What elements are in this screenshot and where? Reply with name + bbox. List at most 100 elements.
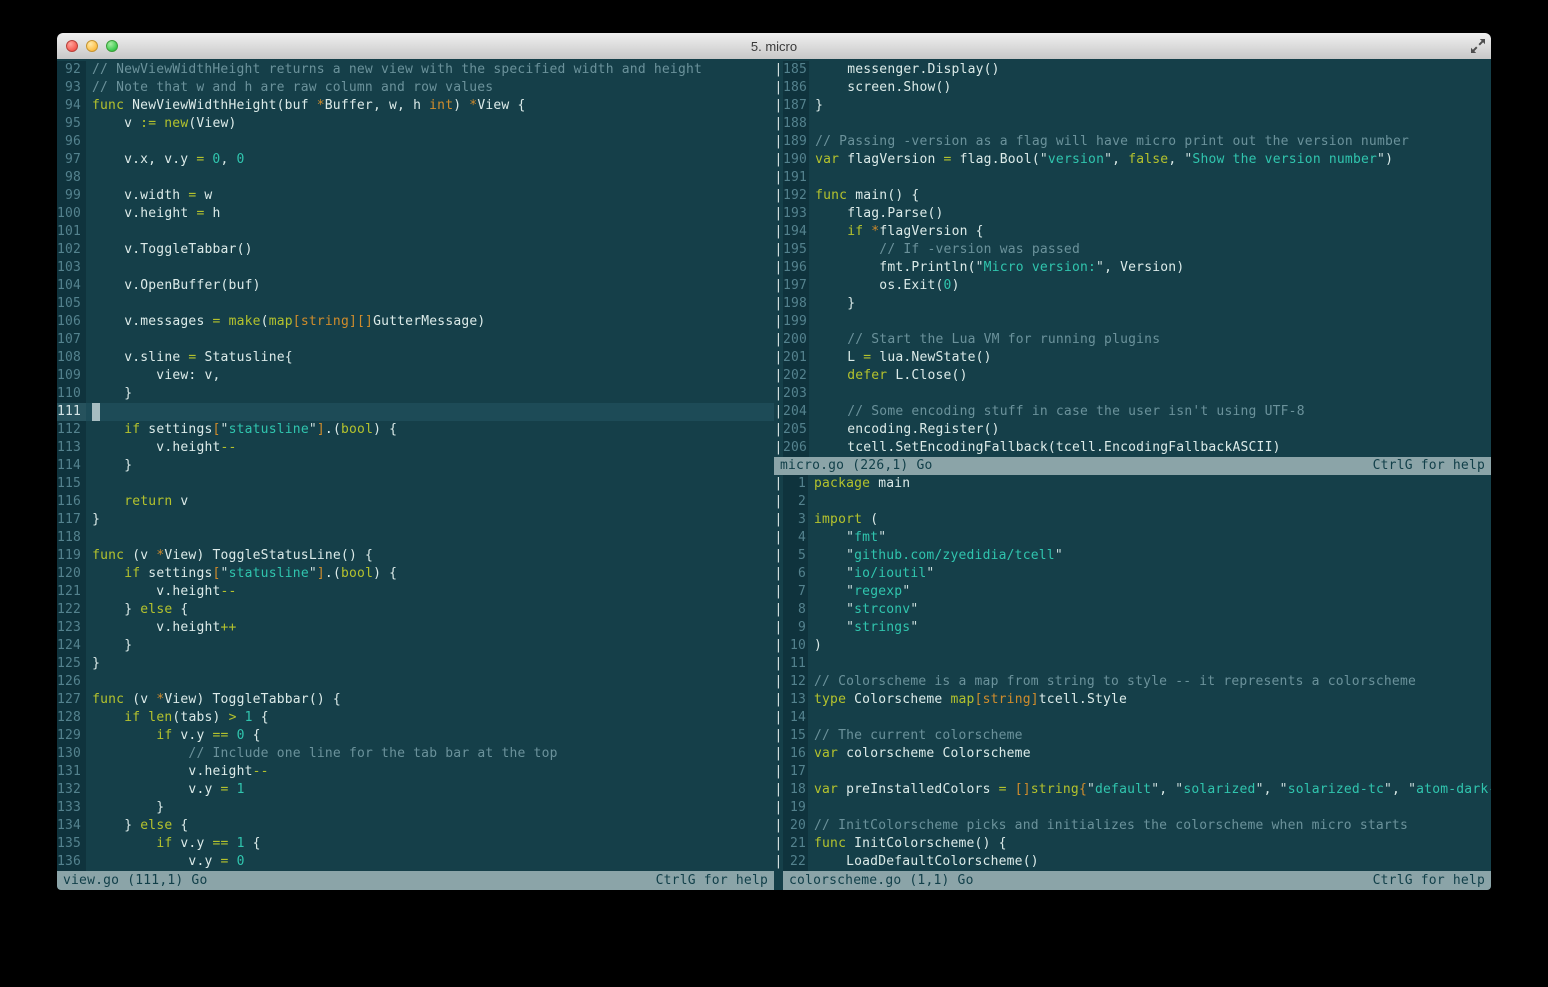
code-line[interactable]: 19 xyxy=(783,799,1491,817)
editor-pane-colorscheme-go[interactable]: 1 package main 2 3 import (4 "fmt" 5 "github.… xyxy=(783,475,1491,871)
code-line[interactable]: 21 func InitColorscheme() { xyxy=(783,835,1491,853)
code-line[interactable]: 112 if settings["statusline"].(bool) { xyxy=(57,421,774,439)
code-line[interactable]: 105 xyxy=(57,295,774,313)
code-line[interactable]: 16 var colorscheme Colorscheme xyxy=(783,745,1491,763)
code-line[interactable]: 120 if settings["statusline"].(bool) { xyxy=(57,565,774,583)
code-line[interactable]: 103 xyxy=(57,259,774,277)
code-line[interactable]: 2 xyxy=(783,493,1491,511)
code-line[interactable]: 135 if v.y == 1 { xyxy=(57,835,774,853)
code-line[interactable]: 20 // InitColorscheme picks and initializ… xyxy=(783,817,1491,835)
code-line[interactable]: 106 v.messages = make(map[string][]Gutte… xyxy=(57,313,774,331)
code-line[interactable]: 101 xyxy=(57,223,774,241)
code-line[interactable]: 8 "strconv" xyxy=(783,601,1491,619)
code-line[interactable]: 9 "strings" xyxy=(783,619,1491,637)
code-line[interactable]: 17 xyxy=(783,763,1491,781)
editor-pane-view-go[interactable]: 92 // NewViewWidthHeight returns a new vi… xyxy=(57,61,774,871)
code-line[interactable]: 119 func (v *View) ToggleStatusLine() { xyxy=(57,547,774,565)
code-line[interactable]: 202 defer L.Close() xyxy=(783,367,1491,385)
code-line[interactable]: 111 xyxy=(57,403,774,421)
code-text: var flagVersion = flag.Bool("version", f… xyxy=(815,152,1394,167)
code-line[interactable]: 94 func NewViewWidthHeight(buf *Buffer, w… xyxy=(57,97,774,115)
code-line[interactable]: 3 import ( xyxy=(783,511,1491,529)
code-line[interactable]: 198 } xyxy=(783,295,1491,313)
code-line[interactable]: 189 // Passing -version as a flag will ha… xyxy=(783,133,1491,151)
code-line[interactable]: 11 xyxy=(783,655,1491,673)
code-line[interactable]: 121 v.height-- xyxy=(57,583,774,601)
code-line[interactable]: 196 fmt.Println("Micro version:", Versio… xyxy=(783,259,1491,277)
code-line[interactable]: 93 // Note that w and h are raw column an… xyxy=(57,79,774,97)
code-line[interactable]: 123 v.height++ xyxy=(57,619,774,637)
code-line[interactable]: 116 return v xyxy=(57,493,774,511)
code-line[interactable]: 130 // Include one line for the tab bar … xyxy=(57,745,774,763)
code-line[interactable]: 128 if len(tabs) > 1 { xyxy=(57,709,774,727)
code-line[interactable]: 136 v.y = 0 xyxy=(57,853,774,871)
code-line[interactable]: 188 xyxy=(783,115,1491,133)
code-line[interactable]: 186 screen.Show() xyxy=(783,79,1491,97)
code-line[interactable]: 18 var preInstalledColors = []string{"def… xyxy=(783,781,1491,799)
code-line[interactable]: 134 } else { xyxy=(57,817,774,835)
code-line[interactable]: 14 xyxy=(783,709,1491,727)
code-line[interactable]: 187} xyxy=(783,97,1491,115)
code-line[interactable]: 12 // Colorscheme is a map from string to… xyxy=(783,673,1491,691)
code-line[interactable]: 95 v := new(View) xyxy=(57,115,774,133)
code-line[interactable]: 132 v.y = 1 xyxy=(57,781,774,799)
code-line[interactable]: 6 "io/ioutil" xyxy=(783,565,1491,583)
code-line[interactable]: 13 type Colorscheme map[string]tcell.Styl… xyxy=(783,691,1491,709)
code-line[interactable]: 1 package main xyxy=(783,475,1491,493)
code-line[interactable]: 193 flag.Parse() xyxy=(783,205,1491,223)
code-line[interactable]: 205 encoding.Register() xyxy=(783,421,1491,439)
code-line[interactable]: 108 v.sline = Statusline{ xyxy=(57,349,774,367)
code-line[interactable]: 113 v.height-- xyxy=(57,439,774,457)
code-line[interactable]: 201 L = lua.NewState() xyxy=(783,349,1491,367)
code-line[interactable]: 200 // Start the Lua VM for running plug… xyxy=(783,331,1491,349)
code-line[interactable]: 129 if v.y == 0 { xyxy=(57,727,774,745)
window-titlebar[interactable]: 5. micro xyxy=(57,33,1491,60)
code-line[interactable]: 114 } xyxy=(57,457,774,475)
code-line[interactable]: 206 tcell.SetEncodingFallback(tcell.Enco… xyxy=(783,439,1491,457)
code-line[interactable]: 191 xyxy=(783,169,1491,187)
code-line[interactable]: 107 xyxy=(57,331,774,349)
code-line[interactable]: 10) xyxy=(783,637,1491,655)
code-line[interactable]: 192 func main() { xyxy=(783,187,1491,205)
code-line[interactable]: 127 func (v *View) ToggleTabbar() { xyxy=(57,691,774,709)
code-line[interactable]: 96 xyxy=(57,133,774,151)
code-line[interactable]: 195 // If -version was passed xyxy=(783,241,1491,259)
code-line[interactable]: 102 v.ToggleTabbar() xyxy=(57,241,774,259)
code-line[interactable]: 133 } xyxy=(57,799,774,817)
code-line[interactable]: 110 } xyxy=(57,385,774,403)
code-line[interactable]: 203 xyxy=(783,385,1491,403)
code-line[interactable]: 117} xyxy=(57,511,774,529)
code-line[interactable]: 194 if *flagVersion { xyxy=(783,223,1491,241)
zoom-button[interactable] xyxy=(106,40,118,52)
code-line[interactable]: 204 // Some encoding stuff in case the u… xyxy=(783,403,1491,421)
line-number: 116 xyxy=(57,493,87,511)
code-line[interactable]: 126 xyxy=(57,673,774,691)
code-line[interactable]: 99 v.width = w xyxy=(57,187,774,205)
code-line[interactable]: 122 } else { xyxy=(57,601,774,619)
editor-pane-micro-go[interactable]: 185 messenger.Display() 186 screen.Show()… xyxy=(783,61,1491,457)
code-line[interactable]: 118 xyxy=(57,529,774,547)
close-button[interactable] xyxy=(66,40,78,52)
line-number: 118 xyxy=(57,529,87,547)
code-line[interactable]: 124 } xyxy=(57,637,774,655)
code-line[interactable]: 185 messenger.Display() xyxy=(783,61,1491,79)
code-line[interactable]: 7 "regexp" xyxy=(783,583,1491,601)
code-line[interactable]: 97 v.x, v.y = 0, 0 xyxy=(57,151,774,169)
code-line[interactable]: 98 xyxy=(57,169,774,187)
code-line[interactable]: 109 view: v, xyxy=(57,367,774,385)
code-line[interactable]: 115 xyxy=(57,475,774,493)
code-line[interactable]: 15 // The current colorscheme xyxy=(783,727,1491,745)
code-line[interactable]: 190 var flagVersion = flag.Bool("version"… xyxy=(783,151,1491,169)
code-line[interactable]: 100 v.height = h xyxy=(57,205,774,223)
code-line[interactable]: 5 "github.com/zyedidia/tcell" xyxy=(783,547,1491,565)
code-line[interactable]: 131 v.height-- xyxy=(57,763,774,781)
code-line[interactable]: 4 "fmt" xyxy=(783,529,1491,547)
code-line[interactable]: 199 xyxy=(783,313,1491,331)
fullscreen-icon[interactable] xyxy=(1470,38,1486,54)
code-line[interactable]: 92 // NewViewWidthHeight returns a new vi… xyxy=(57,61,774,79)
minimize-button[interactable] xyxy=(86,40,98,52)
code-line[interactable]: 22 LoadDefaultColorscheme() xyxy=(783,853,1491,871)
code-line[interactable]: 125} xyxy=(57,655,774,673)
code-line[interactable]: 104 v.OpenBuffer(buf) xyxy=(57,277,774,295)
code-line[interactable]: 197 os.Exit(0) xyxy=(783,277,1491,295)
